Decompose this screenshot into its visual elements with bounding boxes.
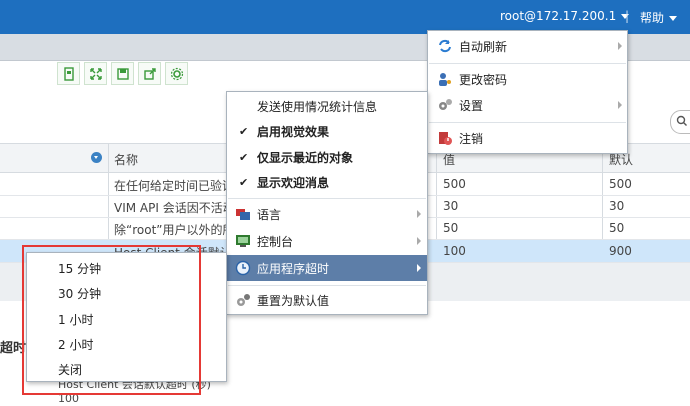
menu-item-auto-refresh[interactable]: 自动刷新 — [428, 34, 627, 58]
export-icon[interactable] — [138, 62, 161, 85]
column-menu-icon[interactable] — [91, 152, 102, 163]
menu-item-send-usage-stats[interactable]: 发送使用情况统计信息 — [227, 94, 427, 118]
logout-icon — [439, 132, 452, 145]
chevron-right-icon — [417, 264, 421, 272]
annotation-highlight-box — [22, 245, 201, 395]
language-flag-icon — [236, 209, 250, 220]
topbar-divider: | — [625, 9, 630, 23]
checkmark-icon: ✔ — [239, 150, 249, 164]
menu-item-console[interactable]: 控制台 — [227, 229, 427, 253]
user-dropdown-menu: 自动刷新 更改密码 设置 注销 — [427, 30, 628, 154]
menu-item-show-recent-only[interactable]: ✔ 仅显示最近的对象 — [227, 145, 427, 169]
chevron-right-icon — [417, 210, 421, 218]
menu-divider — [228, 198, 426, 199]
search-icon — [676, 115, 687, 126]
help-label: 帮助 — [640, 11, 665, 25]
menu-item-change-password[interactable]: 更改密码 — [428, 67, 627, 91]
cell-value: 30 — [443, 199, 459, 213]
cell-default: 500 — [609, 177, 632, 191]
cell-value: 100 — [443, 244, 466, 258]
menu-divider — [429, 63, 626, 64]
menu-item-show-welcome[interactable]: ✔ 显示欢迎消息 — [227, 170, 427, 194]
menu-item-logout[interactable]: 注销 — [428, 126, 627, 150]
menu-divider — [429, 122, 626, 123]
menu-item-settings[interactable]: 设置 — [428, 93, 627, 117]
cell-name: 在任何给定时间已验证 — [114, 179, 226, 193]
menu-item-app-timeout[interactable]: 应用程序超时 — [227, 255, 427, 281]
user-menu-toggle[interactable]: root@172.17.200.1 — [500, 9, 630, 23]
cell-default: 30 — [609, 199, 625, 213]
settings-gears-icon — [439, 99, 452, 110]
clock-icon — [235, 260, 251, 276]
page-icon[interactable] — [57, 62, 80, 85]
user-key-icon — [439, 73, 451, 86]
checkmark-icon: ✔ — [239, 175, 249, 189]
menu-item-enable-visual-effects[interactable]: ✔ 启用视觉效果 — [227, 119, 427, 143]
chevron-right-icon — [618, 101, 622, 109]
cell-value: 500 — [443, 177, 466, 191]
menu-item-language[interactable]: 语言 — [227, 202, 427, 226]
checkmark-icon: ✔ — [239, 124, 249, 138]
settings-submenu: 发送使用情况统计信息 ✔ 启用视觉效果 ✔ 仅显示最近的对象 ✔ 显示欢迎消息 … — [226, 91, 428, 315]
menu-item-reset-defaults[interactable]: 重置为默认值 — [227, 288, 427, 312]
save-icon[interactable] — [111, 62, 134, 85]
help-menu-toggle[interactable]: 帮助 — [640, 9, 678, 26]
console-icon — [236, 235, 250, 247]
cell-name: 除“root”用户以外的所有 — [114, 223, 226, 237]
chevron-down-icon — [669, 16, 678, 21]
cell-default: 900 — [609, 244, 632, 258]
top-bar: root@172.17.200.1 | 帮助 — [0, 0, 690, 34]
expand-icon[interactable] — [84, 62, 107, 85]
chevron-right-icon — [417, 237, 421, 245]
toolbar — [57, 62, 188, 85]
user-label: root@172.17.200.1 — [500, 9, 617, 23]
menu-divider — [228, 285, 426, 286]
gear-icon[interactable] — [165, 62, 188, 85]
cell-value: 50 — [443, 221, 459, 235]
refresh-icon — [439, 39, 451, 53]
column-header-name[interactable]: 名称 — [114, 151, 138, 168]
search-input[interactable] — [670, 110, 690, 134]
cell-name: VIM API 会话因不活动 — [114, 201, 226, 215]
chevron-right-icon — [618, 42, 622, 50]
cell-default: 50 — [609, 221, 625, 235]
reset-gears-icon — [237, 294, 250, 306]
